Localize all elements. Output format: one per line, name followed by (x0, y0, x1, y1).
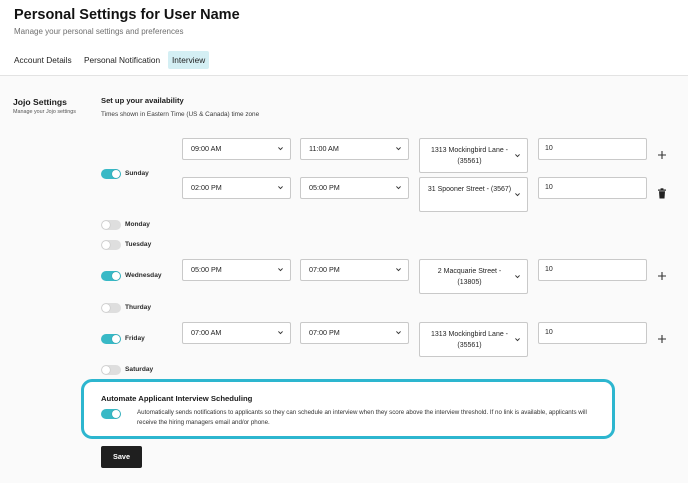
timezone-note: Times shown in Eastern Time (US & Canada… (101, 111, 260, 118)
friday-slot-1-value-input[interactable]: 10 (538, 322, 647, 344)
save-button[interactable]: Save (101, 446, 142, 468)
chevron-down-icon (515, 192, 520, 196)
section-subtitle: Manage your Jojo settings (13, 109, 76, 115)
chevron-down-icon (278, 186, 283, 190)
monday-toggle[interactable] (101, 220, 121, 230)
sunday-slot-1-end-select[interactable]: 11:00 AM (300, 138, 409, 160)
sunday-toggle[interactable] (101, 169, 121, 179)
saturday-toggle[interactable] (101, 365, 121, 375)
add-slot-button[interactable] (656, 270, 668, 282)
select-value: 02:00 PM (191, 183, 222, 192)
chevron-down-icon (515, 274, 520, 278)
tab-interview[interactable]: Interview (168, 51, 210, 69)
automate-toggle[interactable] (101, 409, 121, 419)
wednesday-slot-1-location-select[interactable]: 2 Macquarie Street - (13805) (419, 259, 528, 294)
plus-icon (658, 151, 666, 159)
availability-title: Set up your availability (101, 96, 184, 105)
day-label-wednesday: Wednesday (125, 272, 162, 279)
sunday-slot-2-start-select[interactable]: 02:00 PM (182, 177, 291, 199)
thursday-toggle[interactable] (101, 303, 121, 313)
plus-icon (658, 335, 666, 343)
friday-slot-1-location-select[interactable]: 1313 Mockingbird Lane - (35561) (419, 322, 528, 357)
chevron-down-icon (278, 331, 283, 335)
chevron-down-icon (396, 268, 401, 272)
select-value: 07:00 AM (191, 328, 222, 337)
select-value: 09:00 AM (191, 144, 222, 153)
select-value: 05:00 PM (191, 265, 222, 274)
select-value: 1313 Mockingbird Lane - (35561) (430, 331, 509, 349)
sunday-slot-2-value-input[interactable]: 10 (538, 177, 647, 199)
tuesday-toggle[interactable] (101, 240, 121, 250)
tab-personal-notification[interactable]: Personal Notification (80, 51, 164, 69)
automate-description: Automatically sends notifications to app… (137, 409, 587, 426)
day-label-friday: Friday (125, 335, 145, 342)
day-label-sunday: Sunday (125, 170, 149, 177)
wednesday-slot-1-end-select[interactable]: 07:00 PM (300, 259, 409, 281)
sunday-slot-2-end-select[interactable]: 05:00 PM (300, 177, 409, 199)
trash-icon (658, 187, 666, 198)
sunday-slot-1-location-select[interactable]: 1313 Mockingbird Lane - (35561) (419, 138, 528, 173)
select-value: 2 Macquarie Street - (13805) (437, 268, 502, 286)
add-slot-button[interactable] (656, 149, 668, 161)
chevron-down-icon (515, 153, 520, 157)
day-label-thursday: Thurday (125, 304, 152, 311)
automate-title: Automate Applicant Interview Scheduling (101, 394, 253, 403)
wednesday-slot-1-start-select[interactable]: 05:00 PM (182, 259, 291, 281)
chevron-down-icon (278, 147, 283, 151)
add-slot-button[interactable] (656, 333, 668, 345)
chevron-down-icon (515, 337, 520, 341)
delete-slot-button[interactable] (656, 187, 668, 199)
section-title: Jojo Settings (13, 97, 67, 107)
day-label-monday: Monday (125, 221, 150, 228)
chevron-down-icon (396, 147, 401, 151)
sunday-slot-1-start-select[interactable]: 09:00 AM (182, 138, 291, 160)
day-label-saturday: Saturday (125, 366, 154, 373)
friday-slot-1-end-select[interactable]: 07:00 PM (300, 322, 409, 344)
tab-account-details[interactable]: Account Details (10, 51, 76, 69)
sunday-slot-2-location-select[interactable]: 31 Spooner Street - (3567) (419, 177, 528, 212)
chevron-down-icon (396, 186, 401, 190)
select-value: 07:00 PM (309, 265, 340, 274)
wednesday-toggle[interactable] (101, 271, 121, 281)
friday-slot-1-start-select[interactable]: 07:00 AM (182, 322, 291, 344)
friday-toggle[interactable] (101, 334, 121, 344)
chevron-down-icon (278, 268, 283, 272)
wednesday-slot-1-value-input[interactable]: 10 (538, 259, 647, 281)
page-title: Personal Settings for User Name (14, 7, 240, 23)
day-label-tuesday: Tuesday (125, 241, 152, 248)
select-value: 11:00 AM (309, 144, 339, 153)
select-value: 07:00 PM (309, 328, 340, 337)
page-subtitle: Manage your personal settings and prefer… (14, 27, 184, 36)
select-value: 31 Spooner Street - (3567) (427, 186, 512, 193)
select-value: 1313 Mockingbird Lane - (35561) (430, 147, 509, 165)
sunday-slot-1-value-input[interactable]: 10 (538, 138, 647, 160)
select-value: 05:00 PM (309, 183, 340, 192)
plus-icon (658, 272, 666, 280)
chevron-down-icon (396, 331, 401, 335)
